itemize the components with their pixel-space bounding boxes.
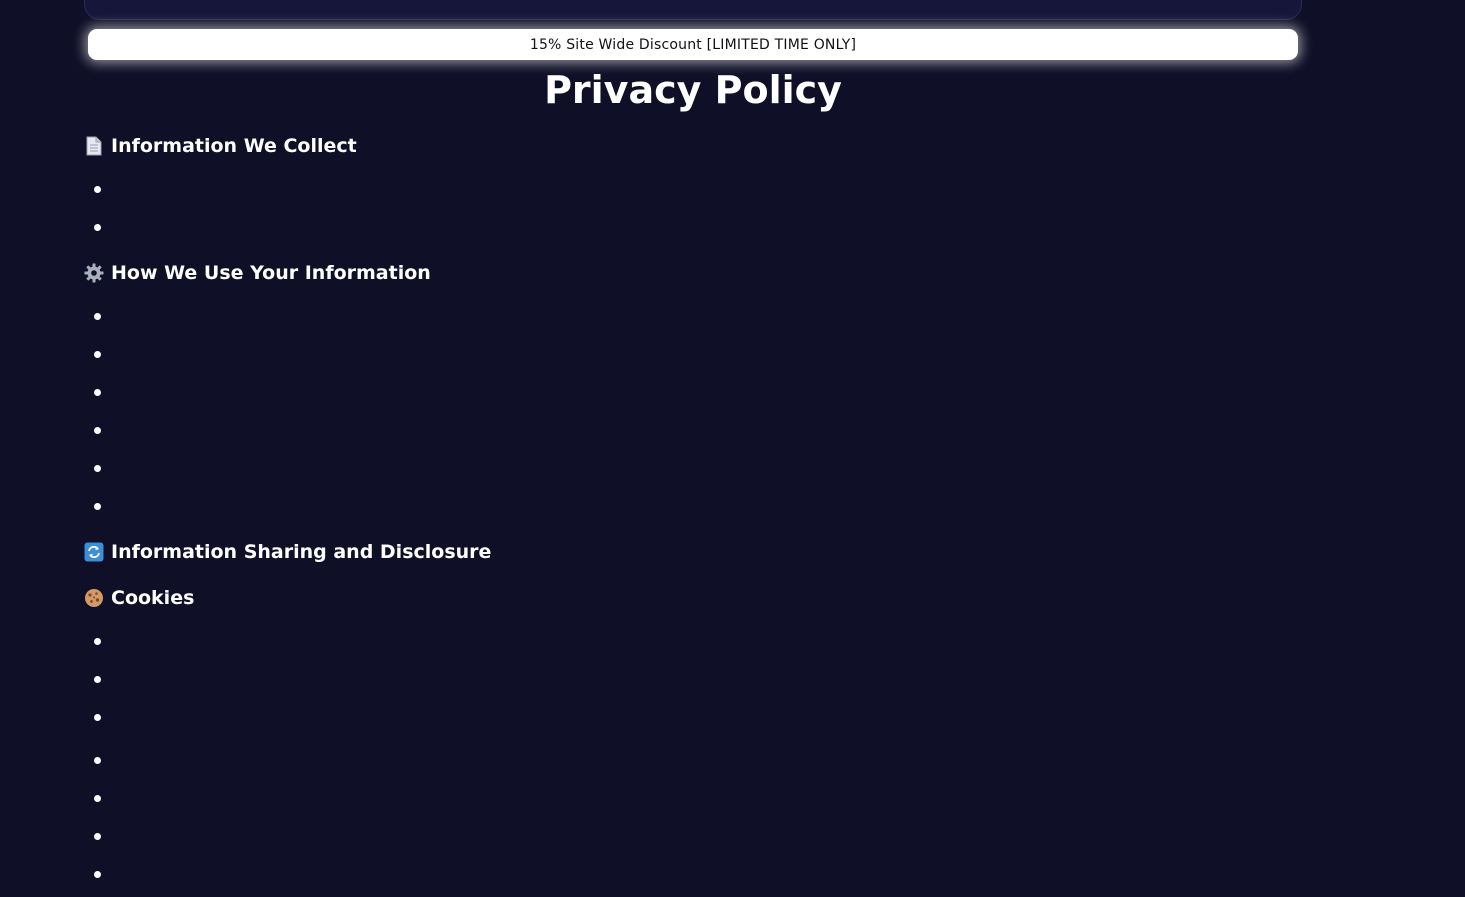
list-item [94, 795, 101, 802]
list-item [94, 186, 101, 193]
section-heading-text: Information We Collect [111, 135, 357, 157]
list-item [94, 638, 101, 645]
section-heading-text: Cookies [111, 587, 195, 609]
section-heading-cookies: Cookies [84, 585, 194, 611]
list-item [94, 833, 101, 840]
list-item [94, 351, 101, 358]
list-item [94, 465, 101, 472]
list-item [94, 427, 101, 434]
list-item [94, 757, 101, 764]
gear-icon [84, 263, 104, 283]
section-heading-information-we-collect: Information We Collect [84, 133, 357, 159]
cookie-icon [84, 588, 104, 608]
document-icon [84, 136, 104, 156]
promo-banner-text: 15% Site Wide Discount [LIMITED TIME ONL… [529, 36, 857, 53]
list-item [94, 224, 101, 231]
promo-banner[interactable]: 15% Site Wide Discount [LIMITED TIME ONL… [88, 29, 1298, 60]
list-item [94, 503, 101, 510]
top-navigation-bar [84, 0, 1302, 20]
list-item [94, 676, 101, 683]
section-heading-text: How We Use Your Information [111, 262, 431, 284]
section-heading-text: Information Sharing and Disclosure [111, 541, 492, 563]
section-heading-how-we-use-your-information: How We Use Your Information [84, 260, 431, 286]
list-item [94, 313, 101, 320]
section-heading-information-sharing-and-disclosure: Information Sharing and Disclosure [84, 539, 491, 565]
refresh-icon [84, 542, 104, 562]
page-title: Privacy Policy [544, 68, 842, 112]
list-item [94, 714, 101, 721]
list-item [94, 389, 101, 396]
list-item [94, 871, 101, 878]
